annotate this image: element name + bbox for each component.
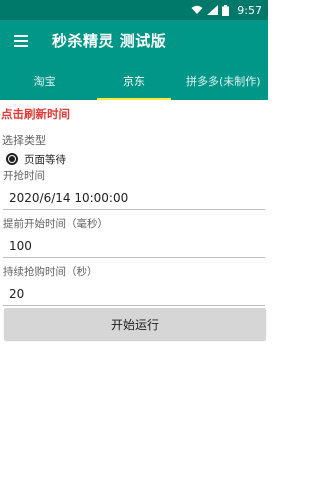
status-bar: 9:57 [0,0,268,20]
refresh-time-link[interactable]: 点击刷新时间 [0,105,268,123]
duration-label: 持续抢购时间（秒） [3,266,98,278]
select-type-label: 选择类型 [2,134,46,147]
radio-button[interactable] [6,153,18,165]
status-icons: 9:57 [191,4,262,17]
radio-selected-dot [9,156,15,162]
tab-bar: 淘宝 京东 拼多多(未制作) [0,61,268,100]
app-title: 秒杀精灵 测试版 [52,32,167,50]
start-time-field[interactable]: 2020/6/14 10:00:00 [3,187,265,210]
menu-button[interactable] [0,20,42,61]
tab-pinduoduo[interactable]: 拼多多(未制作) [179,61,268,100]
radio-page-wait[interactable]: 页面等待 [6,149,268,169]
signal-icon [207,5,219,15]
battery-icon [222,4,230,16]
tab-jingdong[interactable]: 京东 [89,61,178,100]
start-time-label: 开抢时间 [3,170,45,182]
advance-time-field[interactable]: 100 [3,235,265,258]
clock: 9:57 [237,3,262,17]
wifi-icon [191,5,203,14]
hamburger-icon [14,34,28,47]
app-bar: 秒杀精灵 测试版 [0,20,268,61]
tab-taobao[interactable]: 淘宝 [0,61,89,100]
duration-field[interactable]: 20 [3,283,265,306]
radio-label: 页面等待 [24,153,66,166]
start-run-button[interactable]: 开始运行 [4,308,266,340]
advance-time-label: 提前开始时间（毫秒） [3,218,108,230]
